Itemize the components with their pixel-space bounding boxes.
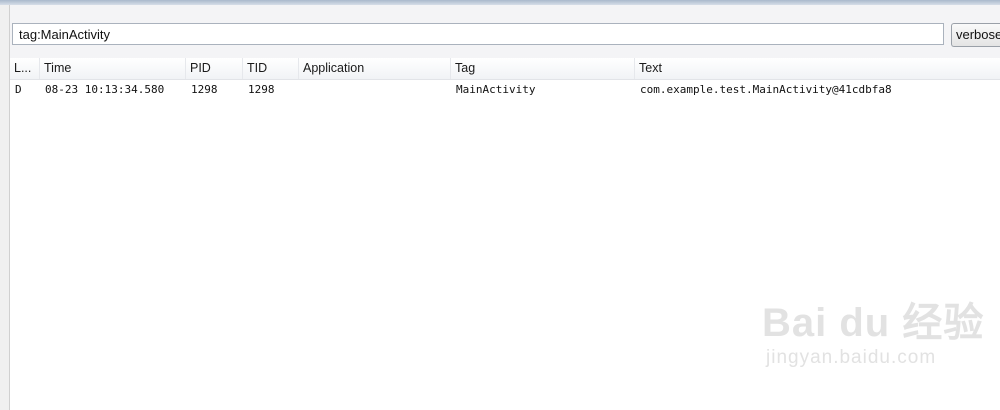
cell-tag: MainActivity <box>456 83 536 96</box>
cell-tid: 1298 <box>248 83 275 96</box>
cell-level: D <box>15 83 22 96</box>
left-panel-edge <box>0 5 10 410</box>
column-header-application[interactable]: Application <box>299 58 451 79</box>
log-table: L... Time PID TID Application Tag Text D… <box>10 58 1000 410</box>
log-level-select[interactable]: verbose <box>951 23 1000 47</box>
cell-text: com.example.test.MainActivity@41cdbfa8 <box>640 83 892 96</box>
column-header-tag[interactable]: Tag <box>451 58 635 79</box>
column-header-time[interactable]: Time <box>40 58 186 79</box>
cell-pid: 1298 <box>191 83 218 96</box>
filter-bar: verbose <box>10 15 1000 53</box>
search-filter-input[interactable] <box>12 23 944 45</box>
cell-time: 08-23 10:13:34.580 <box>45 83 165 96</box>
column-header-text[interactable]: Text <box>635 58 1000 79</box>
column-header-pid[interactable]: PID <box>186 58 243 79</box>
cell-application <box>299 80 451 100</box>
table-header: L... Time PID TID Application Tag Text <box>10 58 1000 80</box>
column-header-tid[interactable]: TID <box>243 58 299 79</box>
table-row[interactable]: D 08-23 10:13:34.580 1298 1298 MainActiv… <box>10 80 1000 100</box>
column-header-level[interactable]: L... <box>10 58 40 79</box>
logcat-panel: verbose L... Time PID TID Application Ta… <box>0 0 1000 410</box>
window-top-border <box>0 0 1000 5</box>
